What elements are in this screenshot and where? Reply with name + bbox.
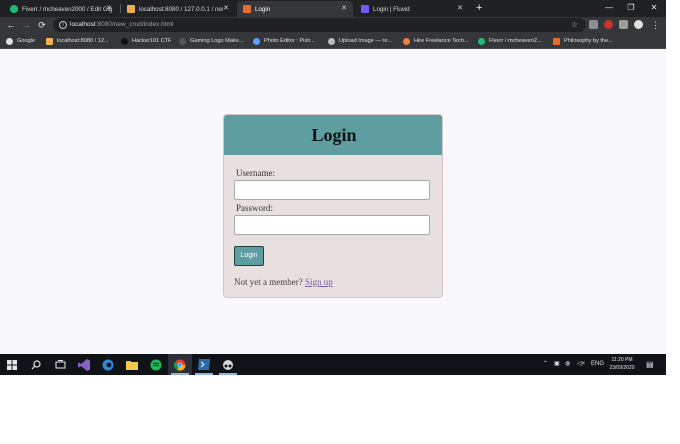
bookmark-item[interactable]: Philosophy by the... bbox=[553, 33, 613, 49]
fluvid-favicon-icon bbox=[361, 5, 369, 13]
chrome-icon bbox=[174, 359, 186, 371]
signup-row: Not yet a member? Sign up bbox=[234, 277, 333, 287]
network-icon[interactable]: ◍ bbox=[565, 354, 570, 375]
signup-prompt: Not yet a member? bbox=[234, 277, 303, 287]
windows-icon bbox=[7, 359, 17, 370]
bookmark-item[interactable]: Hire Freelance Tech... bbox=[403, 33, 469, 49]
tab-strip: Fiverr / mcheaven2000 / Edit Gig ✕ local… bbox=[0, 0, 666, 17]
bookmark-star-icon[interactable]: ☆ bbox=[571, 18, 578, 32]
active-indicator bbox=[219, 373, 237, 375]
snipping-tool-icon bbox=[223, 359, 233, 370]
taskbar-app-chrome[interactable] bbox=[168, 354, 192, 375]
upload-image-icon bbox=[328, 37, 335, 45]
clock[interactable]: 11:20 PM 23/09/2020 bbox=[604, 356, 640, 372]
tab-title: Login | Fluvid bbox=[373, 5, 410, 13]
taskbar-app-powershell[interactable] bbox=[192, 354, 216, 375]
folder-icon bbox=[126, 360, 138, 370]
reload-button[interactable]: ⟳ bbox=[35, 17, 49, 33]
taskbar-app-visual-studio[interactable] bbox=[72, 354, 96, 375]
page-viewport: Login Username: Password: Login Not yet … bbox=[0, 50, 666, 354]
meet-now-icon[interactable]: ▣ bbox=[554, 354, 560, 375]
password-input[interactable] bbox=[234, 215, 430, 235]
task-view-button[interactable] bbox=[48, 354, 72, 375]
html-favicon-icon bbox=[243, 5, 251, 13]
username-input[interactable] bbox=[234, 180, 430, 200]
freelance-icon bbox=[403, 37, 410, 45]
bookmark-item[interactable]: Upload Image — re... bbox=[328, 33, 392, 49]
tab-localhost[interactable]: localhost:8080 / 127.0.0.1 / new_ ✕ bbox=[121, 1, 235, 17]
start-button[interactable] bbox=[0, 354, 24, 375]
blogger-icon bbox=[553, 37, 560, 45]
window-close-button[interactable]: ✕ bbox=[643, 0, 665, 16]
bookmark-item[interactable]: Gaming Logo Make... bbox=[179, 33, 243, 49]
taskbar: ⌃ ▣ ◍ ◁× ENG 11:20 PM 23/09/2020 ▤ bbox=[0, 354, 666, 375]
tab-title: localhost:8080 / 127.0.0.1 / new_ bbox=[139, 5, 223, 13]
tab-title: Fiverr / mcheaven2000 / Edit Gig bbox=[22, 5, 113, 13]
signup-link[interactable]: Sign up bbox=[305, 277, 333, 287]
site-info-icon[interactable]: i bbox=[59, 21, 67, 29]
edge-icon bbox=[102, 359, 114, 370]
login-button[interactable]: Login bbox=[234, 246, 264, 266]
clock-date: 23/09/2020 bbox=[609, 365, 635, 371]
restore-button[interactable]: ❐ bbox=[620, 0, 642, 16]
password-label: Password: bbox=[236, 203, 274, 213]
fiverr-icon bbox=[478, 37, 485, 45]
minimize-button[interactable]: — bbox=[598, 0, 620, 16]
search-button[interactable] bbox=[24, 354, 48, 375]
terminal-icon bbox=[198, 359, 210, 370]
new-tab-button[interactable]: + bbox=[476, 1, 482, 15]
bookmark-item[interactable]: localhost:8080 / 12... bbox=[46, 33, 109, 49]
google-icon bbox=[6, 37, 13, 45]
login-header: Login bbox=[224, 115, 442, 155]
tab-fiverr[interactable]: Fiverr / mcheaven2000 / Edit Gig ✕ bbox=[4, 1, 118, 17]
browser-toolbar: ← → ⟳ i localhost:8080/new_crud/index.ht… bbox=[0, 17, 666, 33]
chevron-up-icon[interactable]: ⌃ bbox=[543, 354, 548, 375]
volume-icon[interactable]: ◁× bbox=[577, 354, 585, 375]
menu-icon[interactable]: ⋮ bbox=[651, 17, 660, 33]
extension-icon[interactable] bbox=[589, 20, 598, 29]
language-indicator[interactable]: ENG bbox=[591, 354, 604, 375]
logo-maker-icon bbox=[179, 37, 186, 45]
taskbar-app-edge[interactable] bbox=[96, 354, 120, 375]
bookmark-item[interactable]: Hacker101 CTF bbox=[121, 33, 171, 49]
url-text: localhost:8080/new_crud/index.html bbox=[70, 21, 174, 28]
login-card: Login Username: Password: Login Not yet … bbox=[223, 114, 443, 298]
close-icon[interactable]: ✕ bbox=[457, 4, 463, 12]
bookmark-item[interactable]: Google bbox=[6, 33, 35, 49]
extension-icon[interactable] bbox=[604, 20, 613, 29]
taskbar-app-snipping[interactable] bbox=[216, 354, 240, 375]
clock-time: 11:20 PM bbox=[611, 357, 633, 363]
active-indicator bbox=[171, 373, 189, 375]
phpmyadmin-icon bbox=[46, 37, 53, 45]
tab-login[interactable]: Login ✕ bbox=[237, 1, 353, 17]
puzzle-icon[interactable] bbox=[619, 20, 628, 29]
visual-studio-icon bbox=[78, 358, 90, 371]
active-indicator bbox=[195, 373, 213, 375]
bookmark-item[interactable]: Photo Editor : Pixlr... bbox=[253, 33, 315, 49]
pixlr-icon bbox=[253, 37, 260, 45]
address-bar[interactable]: i localhost:8080/new_crud/index.html ☆ bbox=[53, 18, 586, 32]
tab-fluvid[interactable]: Login | Fluvid ✕ bbox=[355, 1, 469, 17]
tab-title: Login bbox=[255, 5, 271, 13]
close-icon[interactable]: ✕ bbox=[223, 4, 229, 12]
hacker101-icon bbox=[121, 37, 128, 45]
bookmarks-bar: Google localhost:8080 / 12... Hacker101 … bbox=[0, 33, 666, 49]
taskbar-app-file-explorer[interactable] bbox=[120, 354, 144, 375]
spotify-icon bbox=[150, 359, 162, 370]
username-label: Username: bbox=[236, 168, 275, 178]
close-icon[interactable]: ✕ bbox=[341, 4, 347, 12]
task-view-icon bbox=[55, 359, 65, 368]
forward-button[interactable]: → bbox=[19, 17, 33, 33]
close-icon[interactable]: ✕ bbox=[106, 4, 112, 12]
screen: Fiverr / mcheaven2000 / Edit Gig ✕ local… bbox=[0, 0, 666, 375]
back-button[interactable]: ← bbox=[4, 17, 18, 33]
fiverr-favicon-icon bbox=[10, 5, 18, 13]
bookmark-item[interactable]: Fiverr / mcheaven2... bbox=[478, 33, 542, 49]
phpmyadmin-favicon-icon bbox=[127, 5, 135, 13]
search-icon bbox=[31, 359, 41, 369]
notifications-icon[interactable]: ▤ bbox=[646, 354, 654, 375]
login-title: Login bbox=[311, 125, 357, 145]
taskbar-app-spotify[interactable] bbox=[144, 354, 168, 375]
profile-icon[interactable] bbox=[634, 20, 643, 29]
